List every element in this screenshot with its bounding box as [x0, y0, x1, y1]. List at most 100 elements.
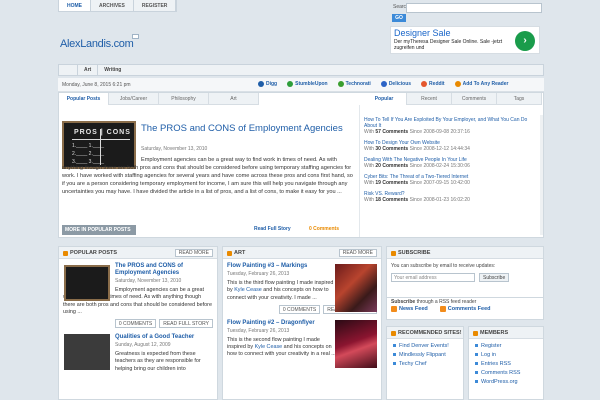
rss-icon — [439, 306, 446, 312]
digg-icon — [258, 81, 264, 87]
post: Flow Painting #2 – Dragonflyer Tuesday, … — [223, 318, 381, 368]
recommended-link[interactable]: Mindlessly Flippant — [393, 352, 463, 358]
post-thumbnail[interactable] — [335, 264, 377, 312]
post-title[interactable]: Flow Painting #3 – Markings — [227, 263, 337, 270]
tab-comments[interactable]: Comments — [452, 93, 497, 105]
nav-archives[interactable]: ARCHIVES — [91, 0, 134, 11]
category-bar: Art Writing — [58, 64, 544, 76]
rss-icon — [391, 306, 397, 312]
go-button[interactable]: GO — [392, 14, 406, 22]
comments-feed-link[interactable]: Comments Feed — [439, 306, 491, 312]
add-to-any-icon — [454, 81, 461, 87]
list-item: Dealing With The Negative People In Your… — [364, 157, 540, 169]
tab-tags[interactable]: Tags — [497, 93, 542, 105]
post-title[interactable]: The PROS and CONS of Employment Agencies — [115, 263, 213, 277]
members-heading: MEMBERS — [480, 330, 509, 336]
tab-recent[interactable]: Recent — [407, 93, 452, 105]
news-feed-link[interactable]: News Feed — [391, 306, 428, 312]
tab-art[interactable]: Art — [209, 93, 259, 105]
author-link[interactable]: Kyle Cease — [255, 344, 283, 350]
comment-count: 57 Comments — [375, 129, 409, 135]
subscribe-intro: You can subscribe by email to receive up… — [391, 263, 496, 269]
recommended-link[interactable]: Find Denver Events! — [393, 343, 463, 349]
ad-text: Der myTheresa Designer Sale Online. Sale… — [394, 39, 503, 51]
post-excerpt: This is the second flow painting I made … — [227, 336, 336, 358]
post-thumbnail[interactable] — [64, 265, 110, 301]
popular-posts-column: POPULAR POSTS READ MORE The PROS and CON… — [58, 246, 218, 400]
members-link[interactable]: WordPress.org — [475, 379, 543, 385]
category-writing[interactable]: Writing — [97, 65, 127, 75]
post-title[interactable]: Qualities of a Good Teacher — [115, 334, 213, 341]
since-date: Since 2008-12-12 14:44:34 — [409, 146, 470, 152]
search-input[interactable] — [406, 3, 542, 13]
recommended-box: RECOMMENDED SITES! Find Denver Events! M… — [386, 326, 464, 400]
ad-banner[interactable]: Designer Sale Der myTheresa Designer Sal… — [390, 26, 540, 54]
category-art[interactable]: Art — [77, 65, 97, 75]
popular-item-title[interactable]: How To Tell If You Are Exploited By Your… — [364, 117, 540, 129]
feature-date: Saturday, November 13, 2010 — [141, 146, 208, 152]
section-icon — [391, 250, 396, 256]
social-reddit[interactable]: Reddit — [421, 81, 445, 87]
tab-popular[interactable]: Popular — [362, 93, 407, 105]
feature-title[interactable]: The PROS and CONS of Employment Agencies — [141, 123, 351, 134]
comment-count: 19 Comments — [375, 180, 409, 186]
members-link[interactable]: Register — [475, 343, 543, 349]
technorati-icon — [337, 81, 344, 87]
social-add-to-any[interactable]: Add To Any Reader — [454, 81, 508, 87]
read-full-story-button[interactable]: READ FULL STORY — [159, 319, 213, 329]
date-social-bar: Monday, June 8, 2015 6:21 pm Digg Stumbl… — [58, 78, 544, 92]
post-title[interactable]: Flow Painting #2 – Dragonflyer — [227, 320, 337, 327]
social-stumbleupon[interactable]: StumbleUpon — [287, 81, 328, 87]
social-technorati[interactable]: Technorati — [337, 81, 371, 87]
recommended-heading: RECOMMENDED SITES! — [398, 330, 462, 336]
feature-image-text: PROS | CONS — [74, 129, 131, 136]
comments-button[interactable]: 0 COMMENTS — [278, 304, 321, 314]
ad-title[interactable]: Designer Sale — [394, 28, 451, 38]
ad-arrow-icon[interactable]: › — [515, 31, 535, 51]
more-in-popular-button[interactable]: MORE IN POPULAR POSTS — [62, 225, 136, 235]
popular-list: How To Tell If You Are Exploited By Your… — [364, 117, 540, 208]
nav-register[interactable]: REGISTER — [134, 0, 177, 11]
tab-popular-posts[interactable]: Popular Posts — [59, 93, 109, 105]
email-field[interactable]: Your email address — [391, 273, 475, 282]
divider — [359, 105, 360, 237]
reddit-icon — [421, 81, 428, 87]
post-thumbnail[interactable] — [64, 334, 110, 371]
art-heading: ART — [234, 250, 246, 256]
delicious-icon — [380, 81, 387, 87]
subscribe-button[interactable]: Subscribe — [479, 273, 510, 282]
rss-box: Subscribe through a RSS feed reader News… — [386, 298, 544, 320]
read-more-button[interactable]: READ MORE — [174, 249, 213, 257]
social-digg[interactable]: Digg — [258, 81, 277, 87]
list-item: How To Design Your Own Website With 30 C… — [364, 140, 540, 152]
top-nav: HOME ARCHIVES REGISTER — [58, 0, 178, 12]
site-logo[interactable]: AlexLandis.com — [60, 38, 134, 50]
popular-tabs: Popular Recent Comments Tags — [362, 93, 542, 105]
subscribe-heading: SUBSCRIBE — [398, 250, 431, 256]
chalk-mark: 1.____ 1.____ — [72, 143, 104, 149]
comments-link[interactable]: 0 Comments — [309, 226, 339, 232]
subscribe-box: SUBSCRIBE You can subscribe by email to … — [386, 246, 544, 298]
current-date: Monday, June 8, 2015 6:21 pm — [62, 82, 131, 88]
read-full-story-link[interactable]: Read Full Story — [254, 226, 291, 232]
author-link[interactable]: Kyle Cease — [234, 287, 262, 293]
post-thumbnail[interactable] — [335, 319, 377, 368]
since-date: Since 2008-09-08 20:37:16 — [409, 129, 470, 135]
post-excerpt: Greatness is expected from these teacher… — [115, 351, 201, 372]
members-link[interactable]: Comments RSS — [475, 370, 543, 376]
recommended-link[interactable]: Techy Chef — [393, 361, 463, 367]
social-delicious[interactable]: Delicious — [380, 81, 411, 87]
post: Flow Painting #3 – Markings Tuesday, Feb… — [223, 259, 381, 318]
nav-home[interactable]: HOME — [59, 0, 91, 11]
tab-philosophy[interactable]: Philosophy — [159, 93, 209, 105]
read-more-button[interactable]: READ MORE — [338, 249, 377, 257]
chalk-line — [72, 139, 130, 140]
members-link[interactable]: Log in — [475, 352, 543, 358]
members-link[interactable]: Entries RSS — [475, 361, 543, 367]
tab-jobs-career[interactable]: Jobs/Career — [109, 93, 159, 105]
scrollbar[interactable] — [540, 115, 543, 235]
rss-text: through a RSS feed reader — [415, 299, 477, 305]
comments-button[interactable]: 0 COMMENTS — [114, 319, 157, 329]
post-date: Saturday, November 13, 2010 — [115, 278, 182, 284]
section-icon — [473, 330, 478, 336]
